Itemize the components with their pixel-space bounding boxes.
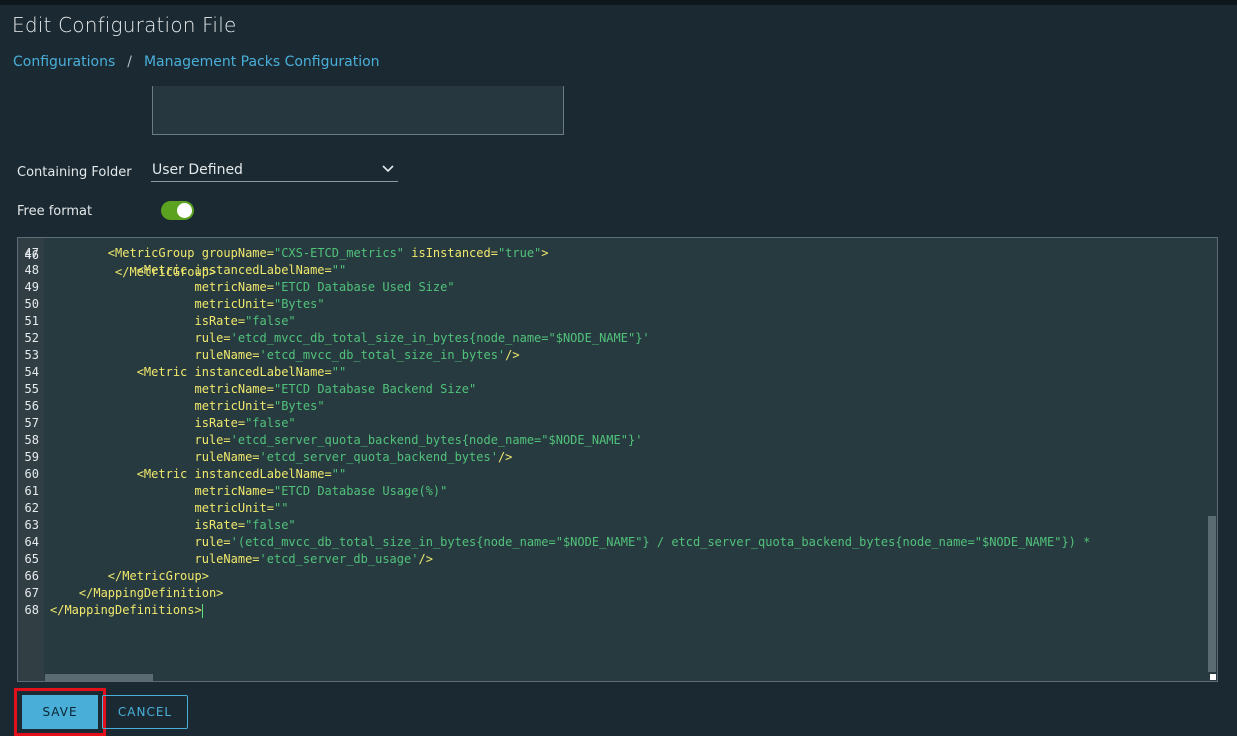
resize-corner xyxy=(1210,674,1216,680)
line-number: 55 xyxy=(24,382,39,396)
code-text: rule='(etcd_mvcc_db_total_size_in_bytes{… xyxy=(50,535,1091,549)
containing-folder-label: Containing Folder xyxy=(17,165,132,180)
line-number: 53 xyxy=(24,348,39,362)
page-title: Edit Configuration File xyxy=(12,13,237,37)
code-text: metricUnit="" xyxy=(50,501,289,515)
line-number: 51 xyxy=(24,314,39,328)
chevron-down-icon xyxy=(382,165,394,173)
save-button[interactable]: SAVE xyxy=(22,695,98,729)
breadcrumb: Configurations / Management Packs Config… xyxy=(13,54,380,70)
code-text: <Metric instancedLabelName="" xyxy=(50,365,347,379)
code-text: <MetricGroup groupName="CXS-ETCD_metrics… xyxy=(50,246,549,260)
code-text: isRate="false" xyxy=(50,314,296,328)
line-number: 47 xyxy=(24,246,39,260)
code-text: <Metric instancedLabelName="" xyxy=(50,467,347,481)
code-editor[interactable]: 46 </MetricGroup> 47 <MetricGroup groupN… xyxy=(17,237,1218,682)
line-number: 68 xyxy=(24,603,39,617)
code-text: isRate="false" xyxy=(50,416,296,430)
line-number: 67 xyxy=(24,586,39,600)
line-number: 64 xyxy=(24,535,39,549)
line-number: 59 xyxy=(24,450,39,464)
line-number: 63 xyxy=(24,518,39,532)
code-text: ruleName='etcd_server_quota_backend_byte… xyxy=(50,450,513,464)
line-number: 66 xyxy=(24,569,39,583)
line-number: 52 xyxy=(24,331,39,345)
code-text: ruleName='etcd_server_db_usage'/> xyxy=(50,552,433,566)
line-number: 50 xyxy=(24,297,39,311)
line-number: 48 xyxy=(24,263,39,277)
code-text: </MetricGroup> xyxy=(50,569,209,583)
code-text: ruleName='etcd_mvcc_db_total_size_in_byt… xyxy=(50,348,520,362)
line-number: 49 xyxy=(24,280,39,294)
line-number: 56 xyxy=(24,399,39,413)
breadcrumb-separator: / xyxy=(127,54,132,70)
line-number: 65 xyxy=(24,552,39,566)
breadcrumb-configurations[interactable]: Configurations xyxy=(13,54,115,70)
breadcrumb-management-packs-configuration[interactable]: Management Packs Configuration xyxy=(144,54,380,70)
code-text: metricUnit="Bytes" xyxy=(50,297,325,311)
code-text: rule='etcd_mvcc_db_total_size_in_bytes{n… xyxy=(50,331,650,345)
containing-folder-value: User Defined xyxy=(152,162,243,178)
code-text: isRate="false" xyxy=(50,518,296,532)
code-text: metricUnit="Bytes" xyxy=(50,399,325,413)
line-number: 57 xyxy=(24,416,39,430)
code-text: </MappingDefinitions> xyxy=(50,603,203,618)
free-format-toggle[interactable] xyxy=(161,201,194,220)
horizontal-scrollbar[interactable] xyxy=(45,674,153,681)
description-textarea[interactable] xyxy=(152,86,564,135)
text-cursor xyxy=(201,603,203,618)
code-text: metricName="ETCD Database Used Size" xyxy=(50,280,455,294)
line-number: 61 xyxy=(24,484,39,498)
top-bar xyxy=(0,0,1237,5)
code-text: </MappingDefinition> xyxy=(50,586,224,600)
code-text: metricName="ETCD Database Backend Size" xyxy=(50,382,477,396)
code-text: metricName="ETCD Database Usage(%)" xyxy=(50,484,448,498)
free-format-label: Free format xyxy=(17,204,93,219)
vertical-scrollbar[interactable] xyxy=(1208,516,1216,672)
toggle-knob xyxy=(177,203,192,218)
line-number: 62 xyxy=(24,501,39,515)
line-number: 60 xyxy=(24,467,39,481)
line-number: 58 xyxy=(24,433,39,447)
code-text: rule='etcd_server_quota_backend_bytes{no… xyxy=(50,433,643,447)
code-text: <Metric instancedLabelName="" xyxy=(50,263,347,277)
cancel-button[interactable]: CANCEL xyxy=(102,695,188,729)
line-number: 54 xyxy=(24,365,39,379)
containing-folder-select[interactable]: User Defined xyxy=(151,160,398,182)
